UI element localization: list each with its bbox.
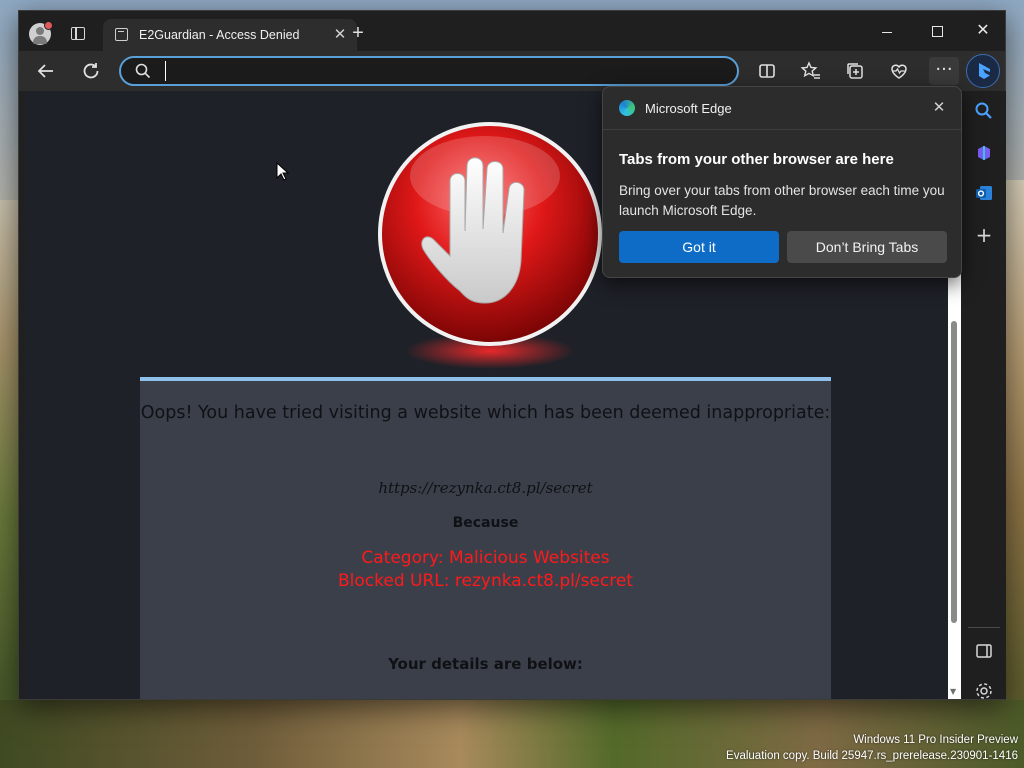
new-tab-icon[interactable]: +	[348, 23, 368, 44]
dont-bring-tabs-button[interactable]: Don’t Bring Tabs	[787, 231, 947, 263]
blocked-url: https://rezynka.ct8.pl/secret	[378, 479, 593, 497]
search-icon	[135, 63, 151, 79]
bing-copilot-icon[interactable]	[966, 54, 1000, 88]
windows-watermark: Windows 11 Pro Insider Preview Evaluatio…	[726, 732, 1018, 764]
sidebar-divider	[968, 627, 1000, 628]
sidebar-search-icon[interactable]	[974, 101, 994, 121]
close-window-button[interactable]: ✕	[961, 17, 1005, 45]
address-bar[interactable]	[119, 56, 739, 86]
split-screen-icon[interactable]	[755, 59, 779, 83]
edge-sidebar: +	[962, 91, 1006, 699]
popup-app-name: Microsoft Edge	[645, 101, 732, 116]
mouse-cursor-icon	[276, 161, 290, 182]
address-input[interactable]	[165, 61, 725, 81]
favorites-icon[interactable]	[799, 59, 823, 83]
details-heading: Your details are below:	[388, 655, 583, 673]
outlook-icon[interactable]	[974, 183, 994, 203]
back-arrow-icon[interactable]	[34, 59, 58, 83]
profile-avatar-icon[interactable]	[29, 21, 53, 45]
popup-close-icon[interactable]: ✕	[929, 97, 949, 117]
popup-title: Tabs from your other browser are here	[619, 151, 894, 168]
blocked-info-panel: Oops! You have tried visiting a website …	[140, 377, 831, 699]
desktop-wallpaper-right	[1004, 180, 1024, 768]
edge-logo-icon	[619, 100, 635, 116]
popup-header: Microsoft Edge ✕	[603, 87, 961, 130]
copilot-icon[interactable]	[974, 143, 994, 163]
popup-body: Bring over your tabs from other browser …	[619, 183, 945, 218]
collections-icon[interactable]	[843, 59, 867, 83]
desktop-wallpaper-left	[0, 200, 20, 768]
block-url-reason: Blocked URL: rezynka.ct8.pl/secret	[338, 571, 633, 591]
browser-essentials-icon[interactable]	[887, 59, 911, 83]
navigation-toolbar: ···	[19, 51, 1005, 91]
title-bar: E2Guardian - Access Denied ✕ + ✕	[19, 11, 1005, 51]
browser-window: E2Guardian - Access Denied ✕ + ✕ ··· Oop…	[18, 10, 1006, 700]
tab-actions-icon[interactable]	[71, 27, 85, 40]
add-sidebar-app-icon[interactable]: +	[974, 225, 994, 245]
blocked-message: Oops! You have tried visiting a website …	[140, 403, 831, 423]
maximize-button[interactable]	[915, 17, 959, 45]
got-it-button[interactable]: Got it	[619, 231, 779, 263]
minimize-button[interactable]	[865, 17, 909, 45]
tab-title: E2Guardian - Access Denied	[139, 28, 300, 42]
tab-active[interactable]: E2Guardian - Access Denied ✕	[103, 19, 357, 51]
tab-close-icon[interactable]: ✕	[331, 25, 349, 43]
watermark-line-2: Evaluation copy. Build 25947.rs_prerelea…	[726, 750, 1018, 762]
because-label: Because	[452, 515, 519, 531]
block-reason: Category: Malicious Websites Blocked URL…	[140, 547, 831, 593]
block-category: Category: Malicious Websites	[361, 548, 610, 568]
watermark-line-1: Windows 11 Pro Insider Preview	[853, 734, 1018, 746]
more-options-icon[interactable]: ···	[929, 57, 959, 85]
sidebar-settings-gear-icon[interactable]	[974, 681, 994, 701]
scrollbar-thumb[interactable]	[951, 321, 957, 623]
stop-hand-icon	[375, 121, 605, 371]
import-tabs-popup: Microsoft Edge ✕ Tabs from your other br…	[602, 86, 962, 278]
scroll-down-arrow-icon[interactable]: ▼	[950, 687, 956, 697]
page-favicon-icon	[115, 28, 128, 41]
hide-sidebar-icon[interactable]	[974, 641, 994, 661]
refresh-icon[interactable]	[79, 59, 103, 83]
